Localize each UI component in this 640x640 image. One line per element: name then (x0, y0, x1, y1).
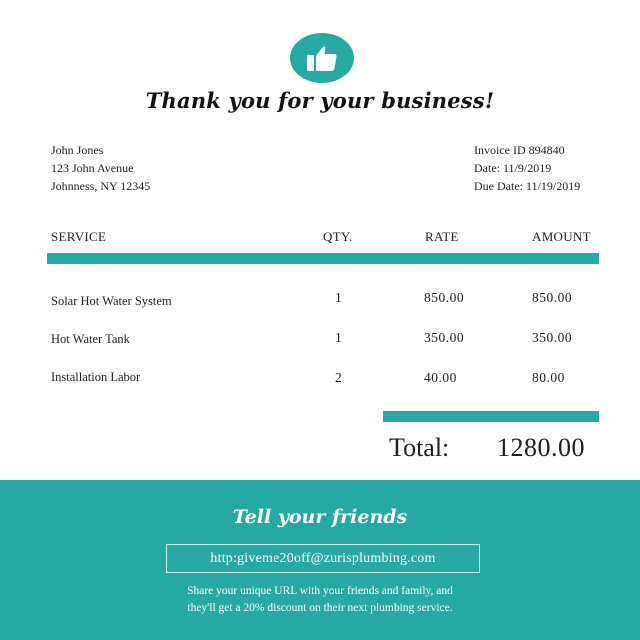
row-3-service: Installation Labor (51, 370, 141, 384)
header-rate: RATE (425, 229, 459, 244)
total-divider (383, 411, 599, 422)
invoice-meta: Invoice ID 894840 Date: 11/9/2019 Due Da… (474, 141, 580, 195)
total-label: Total: (389, 433, 450, 462)
header-qty: QTY. (323, 229, 353, 244)
customer-city: Johnness, NY 12345 (51, 179, 151, 193)
row-1-qty: 1 (335, 290, 343, 305)
row-3-rate: 40.00 (424, 370, 457, 385)
row-1-amount: 850.00 (532, 290, 573, 305)
footer-description: Share your unique URL with your friends … (120, 583, 520, 617)
footer-text-line-1: Share your unique URL with your friends … (187, 585, 453, 597)
thumbs-up-logo (290, 33, 354, 83)
table-header-divider (47, 253, 599, 264)
row-1-service: Solar Hot Water System (51, 294, 172, 308)
customer-street: 123 John Avenue (51, 161, 134, 175)
row-2-amount: 350.00 (532, 330, 573, 345)
customer-address: John Jones 123 John Avenue Johnness, NY … (51, 141, 150, 195)
row-2-rate: 350.00 (424, 330, 465, 345)
referral-footer: Tell your friends http:giveme20off@zuris… (0, 480, 640, 640)
invoice-date: Date: 11/9/2019 (474, 161, 552, 175)
header-amount: AMOUNT (532, 229, 591, 244)
row-3-qty: 2 (335, 370, 343, 385)
row-2-qty: 1 (335, 330, 343, 345)
footer-text-line-2: they'll get a 20% discount on their next… (187, 602, 453, 614)
footer-title: Tell your friends (232, 506, 408, 528)
customer-name: John Jones (51, 143, 104, 157)
total-value: 1280.00 (497, 433, 585, 462)
thumbs-up-icon (307, 46, 337, 71)
page-title: Thank you for your business! (145, 88, 495, 113)
invoice-id: Invoice ID 894840 (474, 143, 565, 157)
header-service: SERVICE (51, 229, 107, 244)
row-3-amount: 80.00 (532, 370, 565, 385)
referral-url[interactable]: http:giveme20off@zurisplumbing.com (166, 544, 480, 573)
row-2-service: Hot Water Tank (51, 332, 130, 346)
invoice-due-date: Due Date: 11/19/2019 (474, 179, 581, 193)
row-1-rate: 850.00 (424, 290, 465, 305)
